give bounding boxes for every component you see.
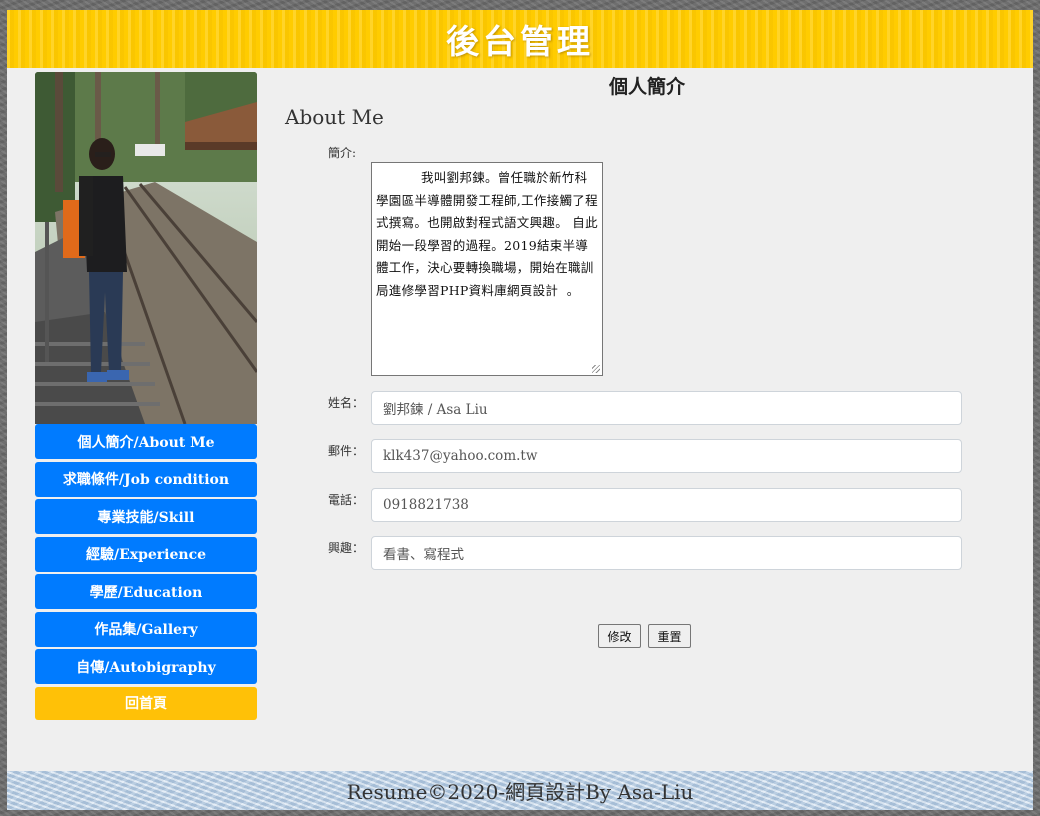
reset-button[interactable]: 重置 <box>648 624 691 648</box>
hobby-label: 興趣： <box>328 541 365 555</box>
footer-text: Resume©2020-網頁設計By Asa-Liu <box>346 780 694 804</box>
page-header: 後台管理 <box>7 10 1033 68</box>
sidebar-item-skill[interactable]: 專業技能/Skill <box>35 499 257 534</box>
hobby-field[interactable]: 看書、寫程式 <box>371 536 962 570</box>
header-title: 後台管理 <box>446 22 594 61</box>
home-button[interactable]: 回首頁 <box>35 686 257 720</box>
sidebar-menu: 個人簡介/About Me 求職條件/Job condition 專業技能/Sk… <box>35 424 257 722</box>
submit-button[interactable]: 修改 <box>598 624 641 648</box>
bio-textarea[interactable]: 我叫劉邦鍊。曾任職於新竹科學園區半導體開發工程師,工作接觸了程式撰寫。也開啟對程… <box>371 162 603 376</box>
page-title: 個人簡介 <box>608 76 685 98</box>
name-label: 姓名： <box>328 396 365 410</box>
email-label: 郵件： <box>328 444 365 458</box>
profile-photo <box>35 72 257 424</box>
sidebar-item-experience[interactable]: 經驗/Experience <box>35 536 257 572</box>
section-subtitle: About Me <box>285 105 384 129</box>
sidebar-item-job-condition[interactable]: 求職條件/Job condition <box>35 461 257 497</box>
sidebar-item-about-me[interactable]: 個人簡介/About Me <box>35 424 257 459</box>
name-field[interactable]: 劉邦鍊 / Asa Liu <box>371 391 962 425</box>
sidebar-item-education[interactable]: 學歷/Education <box>35 574 257 609</box>
bio-label: 簡介: <box>328 146 357 160</box>
sidebar-item-autobiography[interactable]: 自傳/Autobigraphy <box>35 649 257 684</box>
sidebar-item-gallery[interactable]: 作品集/Gallery <box>35 611 257 647</box>
email-field[interactable]: klk437@yahoo.com.tw <box>371 439 962 473</box>
page-frame: 後台管理 個人簡介/About Me 求職條件/Job condition 專業… <box>7 10 1033 810</box>
phone-field[interactable]: 0918821738 <box>371 488 962 522</box>
page-footer: Resume©2020-網頁設計By Asa-Liu <box>7 771 1033 810</box>
phone-label: 電話： <box>328 493 365 507</box>
